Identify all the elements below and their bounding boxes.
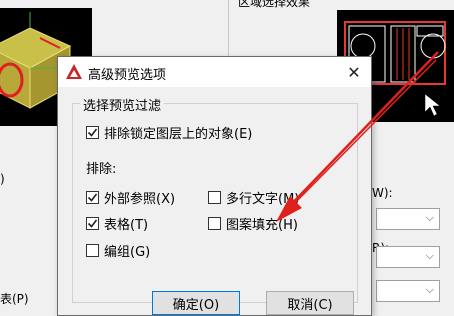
checkbox-box[interactable] [86, 244, 99, 257]
color-select-2[interactable]: ⌵ [376, 246, 440, 268]
checkbox-label: 排除锁定图层上的对象(E) [104, 127, 253, 142]
group-label: 选择预览过滤 [80, 95, 165, 114]
advanced-preview-options-dialog: 高级预览选项 ✕ 选择预览过滤 排除锁定图层上的对象(E) 排除: 外部参照(X… [57, 56, 372, 316]
exclude-label: 排除: [86, 162, 117, 177]
xref-checkbox[interactable]: 外部参照(X) [86, 188, 175, 207]
exclude-locked-layers-checkbox[interactable]: 排除锁定图层上的对象(E) [86, 123, 252, 142]
right-partial-label-1: W): [372, 186, 393, 200]
effect-title: 区域选择效果 [238, 0, 311, 9]
color-select-1[interactable]: ⌵ [376, 208, 440, 230]
group-checkbox[interactable]: 编组(G) [86, 241, 150, 260]
chevron-down-icon: ⌵ [425, 249, 434, 262]
checkbox-label: 表格(T) [104, 218, 149, 233]
checkbox-box[interactable] [86, 217, 99, 230]
chevron-down-icon: ⌵ [425, 283, 434, 296]
hatch-checkbox[interactable]: 图案填充(H) [208, 214, 298, 233]
chevron-down-icon: ⌵ [425, 211, 434, 224]
checkbox-box[interactable] [208, 217, 221, 230]
left-partial-label-2: 表(P) [0, 292, 29, 306]
dialog-title: 高级预览选项 [88, 68, 167, 83]
table-checkbox[interactable]: 表格(T) [86, 214, 148, 233]
checkbox-box[interactable] [86, 191, 99, 204]
checkbox-label: 编组(G) [104, 245, 151, 260]
checkbox-label: 多行文字(M) [226, 192, 300, 207]
cancel-button[interactable]: 取消(C) [266, 291, 354, 315]
mtext-checkbox[interactable]: 多行文字(M) [208, 188, 299, 207]
dialog-titlebar[interactable]: 高级预览选项 ✕ [58, 57, 371, 87]
checkbox-box[interactable] [86, 126, 99, 139]
autocad-app-icon [64, 62, 84, 82]
left-partial-label-1: ) [0, 172, 5, 186]
checkbox-box[interactable] [208, 191, 221, 204]
checkbox-label: 图案填充(H) [226, 218, 298, 233]
color-select-3[interactable]: ⌵ [376, 280, 440, 302]
checkbox-label: 外部参照(X) [104, 192, 176, 207]
ok-button[interactable]: 确定(O) [152, 291, 240, 315]
close-button[interactable]: ✕ [337, 57, 371, 87]
